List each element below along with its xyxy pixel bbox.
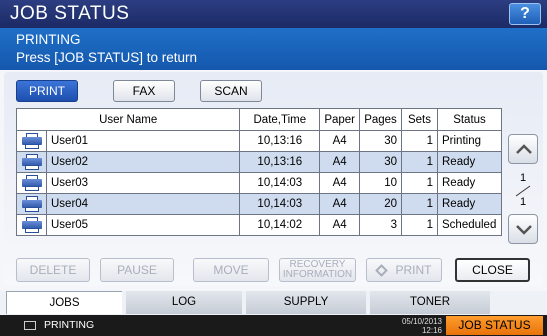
chevron-down-icon — [516, 225, 532, 235]
col-user-name: User Name — [15, 108, 241, 131]
diamond-icon — [374, 264, 388, 277]
cell-status: Ready — [437, 151, 502, 173]
col-sets: Sets — [401, 108, 438, 131]
cell-user: User01 — [45, 130, 241, 152]
page-current: 1 — [519, 172, 527, 184]
cell-pages: 20 — [359, 193, 402, 215]
cell-status: Ready — [437, 172, 502, 194]
close-button[interactable]: CLOSE — [455, 258, 530, 282]
message-bar: PRINTING Press [JOB STATUS] to return — [0, 28, 547, 70]
move-button[interactable]: MOVE — [193, 258, 269, 282]
print-button[interactable]: PRINT — [366, 258, 442, 282]
cell-pages: 3 — [359, 214, 402, 236]
cell-sets: 1 — [401, 193, 438, 215]
printer-icon — [21, 196, 42, 212]
page-total: 1 — [519, 196, 527, 208]
scroll-down-button[interactable] — [508, 214, 538, 244]
cell-pages: 30 — [359, 130, 402, 152]
table-row[interactable]: User01 10,13:16 A4 30 1 Printing — [16, 130, 502, 152]
printer-icon — [21, 133, 42, 149]
delete-button[interactable]: DELETE — [16, 258, 90, 282]
cell-status: Printing — [437, 130, 502, 152]
cell-paper: A4 — [319, 130, 360, 152]
tab-supply[interactable]: SUPPLY — [246, 291, 366, 314]
cell-paper: A4 — [319, 172, 360, 194]
scroll-up-button[interactable] — [508, 134, 538, 164]
recovery-label-line-2: INFORMATION — [282, 269, 353, 280]
table-row[interactable]: User02 10,13:16 A4 30 1 Ready — [16, 151, 502, 173]
cell-user: User03 — [45, 172, 241, 194]
job-status-button[interactable]: JOB STATUS — [446, 316, 543, 335]
tab-fax[interactable]: FAX — [113, 80, 175, 102]
help-button[interactable]: ? — [509, 3, 541, 25]
cell-datetime: 10,14:02 — [239, 214, 321, 236]
job-table: User Name Date,Time Paper Pages Sets Sta… — [15, 108, 502, 236]
status-date: 05/10/2013 — [401, 317, 442, 326]
cell-user: User04 — [45, 193, 241, 215]
title-bar: JOB STATUS ? — [0, 0, 547, 28]
table-row[interactable]: User05 10,14:02 A4 3 1 Scheduled — [16, 214, 502, 236]
cell-pages: 30 — [359, 151, 402, 173]
printer-status-icon — [24, 321, 36, 330]
page-title: JOB STATUS — [10, 3, 130, 24]
col-paper: Paper — [319, 108, 360, 131]
message-line-2: Press [JOB STATUS] to return — [16, 50, 198, 65]
printer-icon — [21, 175, 42, 191]
status-bar: PRINTING 05/10/2013 12:16 JOB STATUS — [0, 315, 547, 336]
table-row[interactable]: User04 10,14:03 A4 20 1 Ready — [16, 193, 502, 215]
print-button-label: PRINT — [395, 263, 432, 277]
cell-sets: 1 — [401, 172, 438, 194]
cell-datetime: 10,14:03 — [239, 193, 321, 215]
col-date-time: Date,Time — [239, 108, 321, 131]
cell-status: Scheduled — [437, 214, 502, 236]
cell-user: User05 — [45, 214, 241, 236]
printer-icon — [21, 154, 42, 170]
recovery-information-button[interactable]: RECOVERY INFORMATION — [279, 258, 356, 282]
tab-scan[interactable]: SCAN — [200, 80, 262, 102]
status-time: 12:16 — [421, 326, 442, 335]
cell-pages: 10 — [359, 172, 402, 194]
cell-sets: 1 — [401, 151, 438, 173]
message-line-1: PRINTING — [16, 32, 81, 47]
pause-button[interactable]: PAUSE — [100, 258, 174, 282]
cell-paper: A4 — [319, 193, 360, 215]
tab-log[interactable]: LOG — [126, 291, 242, 314]
cell-paper: A4 — [319, 151, 360, 173]
col-pages: Pages — [359, 108, 402, 131]
printer-icon — [21, 217, 42, 233]
cell-sets: 1 — [401, 214, 438, 236]
cell-sets: 1 — [401, 130, 438, 152]
cell-user: User02 — [45, 151, 241, 173]
tab-print[interactable]: PRINT — [16, 80, 78, 102]
col-status: Status — [437, 108, 502, 131]
cell-datetime: 10,13:16 — [239, 130, 321, 152]
cell-datetime: 10,13:16 — [239, 151, 321, 173]
tab-jobs[interactable]: JOBS — [6, 291, 122, 314]
status-text: PRINTING — [44, 319, 95, 331]
chevron-up-icon — [516, 144, 532, 154]
table-row[interactable]: User03 10,14:03 A4 10 1 Ready — [16, 172, 502, 194]
table-header: User Name Date,Time Paper Pages Sets Sta… — [15, 108, 502, 131]
tab-toner[interactable]: TONER — [370, 291, 490, 314]
date-time: 05/10/2013 12:16 — [392, 317, 442, 335]
cell-paper: A4 — [319, 214, 360, 236]
cell-status: Ready — [437, 193, 502, 215]
cell-datetime: 10,14:03 — [239, 172, 321, 194]
